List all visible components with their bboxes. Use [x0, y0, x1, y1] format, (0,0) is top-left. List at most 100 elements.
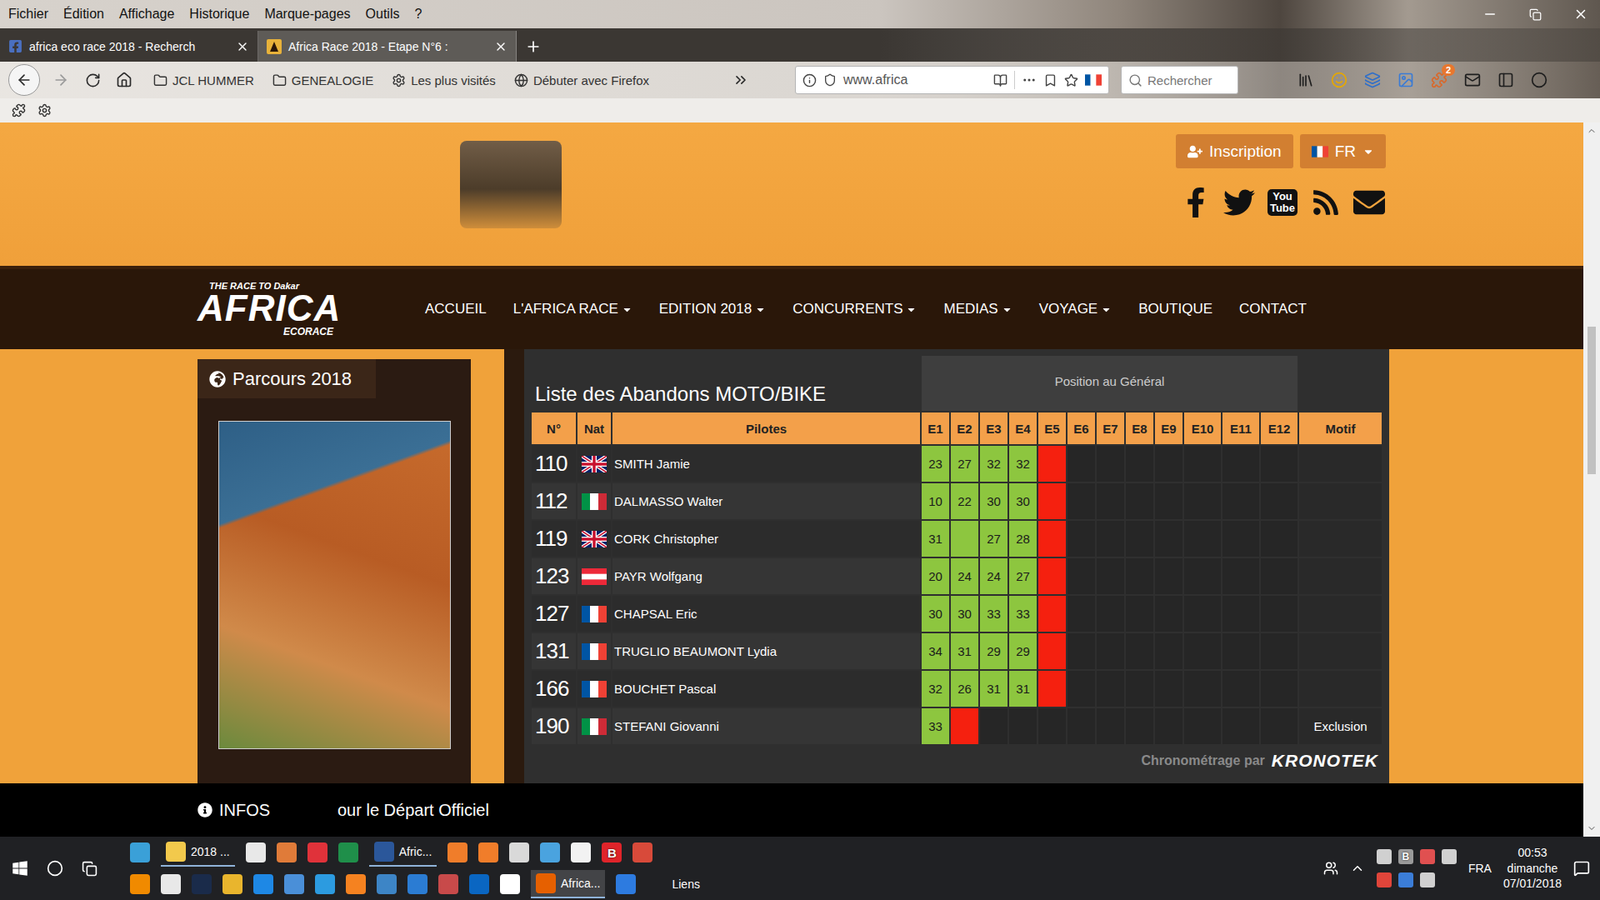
nav-item[interactable]: VOYAGE	[1039, 300, 1113, 318]
table-row[interactable]: 131TRUGLIO BEAUMONT Lydia34312929	[531, 633, 1382, 670]
bookmark-item[interactable]: Débuter avec Firefox	[514, 73, 650, 88]
bookmark-item[interactable]: GENEALOGIE	[272, 73, 374, 88]
taskbar-icon[interactable]	[407, 874, 428, 895]
home-button[interactable]	[113, 69, 135, 91]
browser-tab[interactable]: Africa Race 2018 - Etape N°6 :	[258, 30, 517, 62]
taskbar-icon[interactable]	[191, 874, 212, 895]
ticker-text[interactable]: our le Départ Officiel	[337, 800, 490, 820]
taskbar-icon[interactable]	[245, 842, 266, 863]
search-field[interactable]: Rechercher	[1120, 65, 1239, 95]
table-row[interactable]: 123PAYR Wolfgang20242427	[531, 558, 1382, 595]
tray-icon[interactable]	[1441, 849, 1457, 865]
menu-item[interactable]: Historique	[189, 6, 250, 22]
signup-button[interactable]: Inscription	[1175, 134, 1294, 169]
minimize-icon[interactable]	[1482, 6, 1498, 22]
restore-icon[interactable]	[1529, 8, 1542, 21]
taskbar-icon[interactable]	[438, 874, 459, 895]
table-row[interactable]: 166BOUCHET Pascal32263131	[531, 670, 1382, 707]
shield-icon[interactable]	[823, 73, 837, 87]
mail-button[interactable]	[1461, 69, 1484, 91]
links-toolbar[interactable]: Liens	[671, 877, 700, 891]
taskbar-icon[interactable]	[570, 842, 591, 863]
menu-item[interactable]: Fichier	[8, 6, 49, 22]
table-row[interactable]: 110SMITH Jamie23273232	[531, 445, 1382, 482]
menu-item[interactable]: Édition	[63, 6, 105, 22]
taskbar-icon[interactable]	[338, 842, 359, 863]
close-icon[interactable]	[1573, 6, 1589, 22]
tray-icon[interactable]	[1376, 872, 1392, 888]
menu-item[interactable]: Outils	[365, 6, 400, 22]
social-link[interactable]	[1309, 185, 1343, 220]
gear-icon[interactable]	[37, 103, 52, 118]
route-map-image[interactable]	[218, 420, 451, 750]
puzzle-icon[interactable]	[11, 103, 26, 118]
cortana-icon[interactable]	[46, 860, 64, 877]
sidebar-button[interactable]	[1495, 69, 1517, 91]
task-view-icon[interactable]	[81, 860, 98, 877]
people-icon[interactable]	[1323, 860, 1339, 876]
table-row[interactable]: 127CHAPSAL Eric30303333	[531, 595, 1382, 632]
social-link[interactable]	[1222, 185, 1256, 220]
notifications-icon[interactable]	[1573, 860, 1590, 877]
nav-item[interactable]: CONCURRENTS	[792, 300, 917, 318]
nav-item[interactable]: MEDIAS	[943, 300, 1012, 318]
taskbar-app[interactable]: 2018 ...	[160, 838, 235, 867]
tray-icon[interactable]	[1376, 849, 1392, 865]
social-link[interactable]	[1352, 185, 1386, 220]
emoji-button[interactable]	[1328, 69, 1350, 91]
taskbar-icon[interactable]	[284, 874, 305, 895]
taskbar-icon[interactable]	[509, 842, 530, 863]
language-dropdown[interactable]: FR	[1300, 134, 1386, 169]
back-button[interactable]	[8, 64, 40, 96]
forward-button[interactable]	[50, 69, 72, 91]
nav-item[interactable]: EDITION 2018	[659, 300, 767, 318]
menu-item[interactable]: Marque-pages	[264, 6, 350, 22]
star-icon[interactable]	[1064, 73, 1079, 88]
page-scrollbar[interactable]	[1583, 122, 1600, 837]
windows-start-icon[interactable]	[11, 860, 29, 877]
taskbar-icon[interactable]	[130, 874, 150, 895]
taskbar-icon[interactable]	[615, 874, 636, 895]
site-logo[interactable]: THE RACE TO DakarAFRICAECORACE	[197, 280, 350, 338]
tray-icon[interactable]: B	[1398, 849, 1414, 865]
account-button[interactable]	[1528, 69, 1550, 91]
menu-item[interactable]: Affichage	[119, 6, 175, 22]
taskbar-app[interactable]: Afric...	[369, 838, 438, 867]
table-row[interactable]: 190STEFANI Giovanni33Exclusion	[531, 708, 1382, 745]
bookmark-item[interactable]: JCL HUMMER	[153, 73, 255, 88]
nav-item[interactable]: L'AFRICA RACE	[513, 300, 633, 318]
tray-icon[interactable]	[1398, 872, 1414, 888]
screenshot-button[interactable]	[1395, 69, 1417, 91]
addon-button[interactable]: 2	[1428, 69, 1450, 91]
kronotek-logo[interactable]: KRONOTEK	[1271, 750, 1379, 771]
more-bookmarks-button[interactable]	[730, 69, 752, 91]
taskbar-icon[interactable]	[345, 874, 366, 895]
nav-item[interactable]: CONTACT	[1239, 300, 1307, 318]
chevron-up-icon[interactable]	[1350, 860, 1365, 876]
table-row[interactable]: 119CORK Christopher312728	[531, 520, 1382, 557]
new-tab-button[interactable]	[516, 30, 550, 62]
bookmark-item[interactable]: Les plus visités	[391, 73, 496, 88]
library-button[interactable]	[1295, 69, 1317, 91]
tray-icon[interactable]	[1420, 872, 1435, 888]
close-tab-icon[interactable]	[494, 40, 508, 54]
reload-button[interactable]	[81, 69, 104, 91]
taskbar-icon[interactable]	[447, 842, 468, 863]
table-row[interactable]: 112DALMASSO Walter10223030	[531, 483, 1382, 520]
taskbar-icon[interactable]	[500, 874, 520, 895]
tray-icon[interactable]	[1420, 849, 1435, 865]
pocket-icon[interactable]	[1043, 73, 1058, 88]
taskbar-icon[interactable]	[160, 874, 181, 895]
clock[interactable]: 00:53dimanche07/01/2018	[1503, 845, 1562, 893]
taskbar-icon[interactable]	[540, 842, 560, 863]
info-icon[interactable]	[802, 73, 817, 88]
scroll-down-button[interactable]	[1583, 820, 1600, 837]
taskbar-icon[interactable]	[469, 874, 490, 895]
close-tab-icon[interactable]	[235, 40, 250, 54]
url-field[interactable]: www.africa	[795, 65, 1110, 95]
browser-tab[interactable]: africa eco race 2018 - Recherch	[0, 30, 259, 62]
nav-item[interactable]: ACCUEIL	[425, 300, 487, 318]
nav-item[interactable]: BOUTIQUE	[1138, 300, 1213, 318]
taskbar-icon[interactable]	[632, 842, 653, 863]
page-actions-icon[interactable]	[1021, 72, 1037, 88]
